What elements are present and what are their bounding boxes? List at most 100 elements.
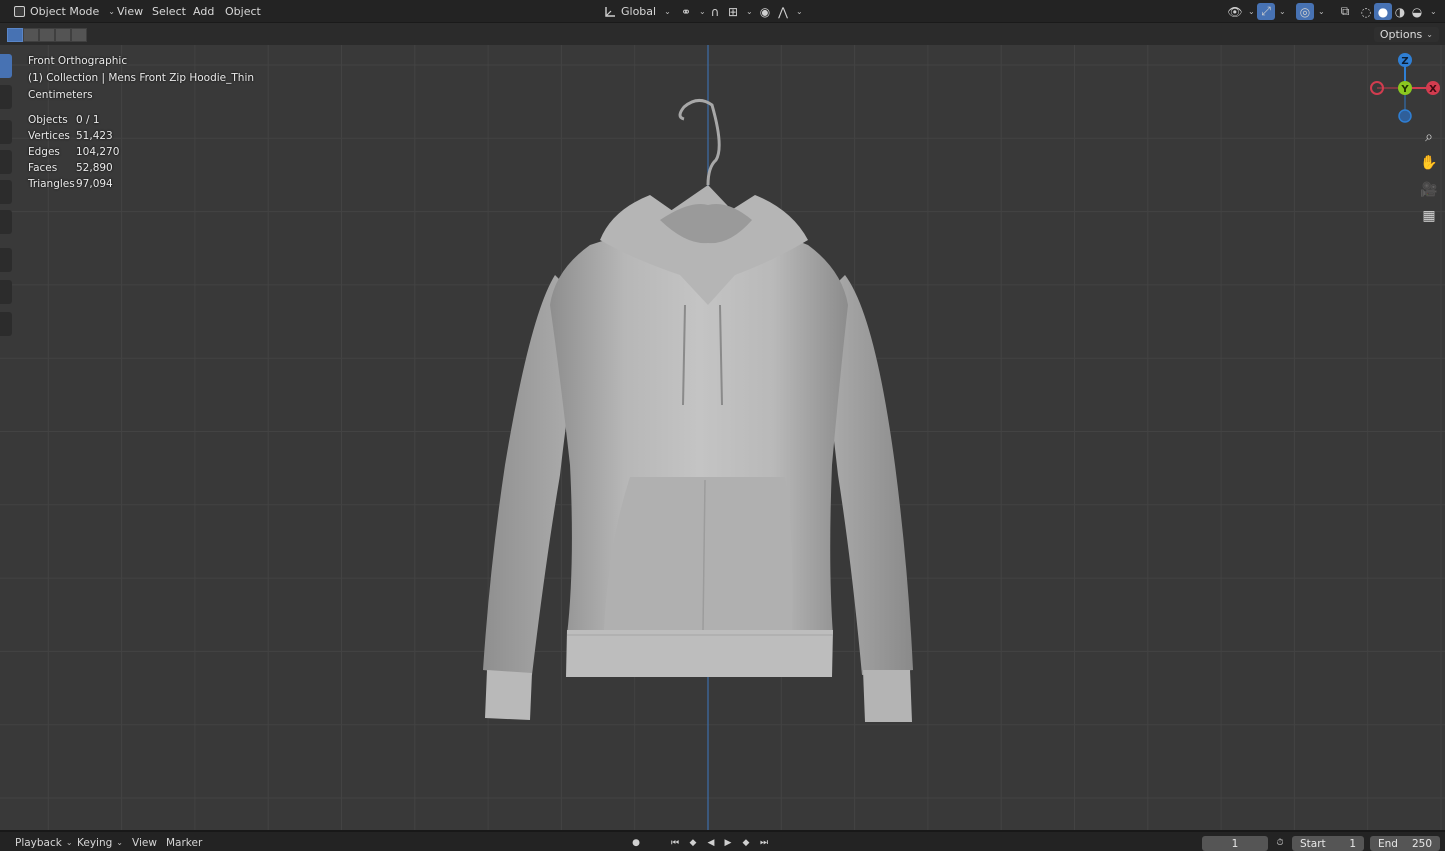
stat-row: Vertices 51,423 <box>28 128 119 144</box>
chevron-down-icon: ⌄ <box>108 7 115 16</box>
stat-value: 52,890 <box>76 162 113 174</box>
visibility-dropdown[interactable]: 👁 ⌄ <box>1226 3 1254 20</box>
stat-value: 0 / 1 <box>76 114 100 126</box>
snap-target-dropdown[interactable]: ⊞ ⌄ <box>724 3 753 20</box>
3d-viewport[interactable] <box>0 45 1445 830</box>
current-frame-field[interactable]: 1 <box>1202 836 1268 851</box>
chevron-down-icon: ⌄ <box>1430 7 1437 16</box>
units-label: Centimeters <box>28 89 93 101</box>
cursor-tool[interactable] <box>0 85 12 109</box>
left-cuff <box>485 670 532 720</box>
end-label: End <box>1378 837 1398 850</box>
stat-value: 97,094 <box>76 178 113 190</box>
transform-axes-icon <box>603 3 617 20</box>
options-label: Options <box>1379 28 1423 41</box>
hoodie-mesh[interactable] <box>483 99 913 722</box>
stat-row: Triangles 97,094 <box>28 176 119 192</box>
next-keyframe-icon[interactable]: ◆ <box>739 836 753 850</box>
xray-icon: ⧉ <box>1340 4 1350 18</box>
viewport-grid <box>0 45 1445 830</box>
timeline-menu-marker[interactable]: Marker <box>166 835 202 850</box>
menu-add[interactable]: Add <box>191 3 216 20</box>
transform-orientation-dropdown[interactable]: Global ⌄ <box>603 3 671 20</box>
eye-icon: 👁 <box>1227 4 1243 19</box>
scale-tool[interactable] <box>0 180 12 204</box>
stopwatch-icon[interactable]: ⏱ <box>1273 836 1287 850</box>
camera-icon[interactable]: 🎥 <box>1418 179 1440 201</box>
gizmo-neg-z-axis <box>1398 109 1412 123</box>
select-extend-icon[interactable] <box>23 28 39 42</box>
select-box-tool[interactable] <box>0 54 12 78</box>
stat-label: Faces <box>28 162 58 174</box>
add-cube-tool[interactable] <box>0 312 12 336</box>
timeline-menu-view[interactable]: View <box>132 835 157 850</box>
play-reverse-icon[interactable]: ◀ <box>704 836 718 850</box>
grid-view-icon[interactable]: ▦ <box>1418 205 1440 227</box>
record-icon[interactable]: ● <box>629 836 643 850</box>
menu-label: Playback <box>15 836 62 849</box>
timeline-menu-playback[interactable]: Playback ⌄ <box>15 835 73 850</box>
prev-keyframe-icon[interactable]: ◆ <box>686 836 700 850</box>
stat-label: Edges <box>28 146 60 158</box>
stat-row: Edges 104,270 <box>28 144 119 160</box>
falloff-curve-icon: ⋀ <box>778 4 788 19</box>
hand-pan-icon[interactable]: ✋ <box>1418 152 1440 174</box>
rendered-sphere-icon: ◒ <box>1411 4 1423 19</box>
menu-view[interactable]: View <box>115 3 145 20</box>
navigation-gizmo[interactable]: Z X Y <box>1365 50 1445 130</box>
stat-label: Objects <box>28 114 68 126</box>
jump-end-icon[interactable]: ⏭ <box>757 836 771 850</box>
menu-select[interactable]: Select <box>150 3 188 20</box>
end-frame-field[interactable]: End 250 <box>1370 836 1440 851</box>
select-set-icon[interactable] <box>7 28 23 42</box>
options-dropdown[interactable]: Options ⌄ <box>1373 27 1439 42</box>
annotate-tool[interactable] <box>0 248 12 272</box>
stat-label: Triangles <box>28 178 75 190</box>
solid-sphere-icon: ● <box>1374 3 1392 20</box>
chevron-down-icon: ⌄ <box>65 838 73 847</box>
chevron-down-icon: ⌄ <box>1318 7 1325 16</box>
overlays-toggle[interactable]: ◎ ⌄ <box>1296 3 1325 20</box>
wireframe-sphere-icon: ◌ <box>1360 4 1372 19</box>
falloff-dropdown[interactable]: ⋀ ⌄ <box>774 3 803 20</box>
shading-wireframe-button[interactable]: ◌ <box>1357 3 1375 20</box>
zoom-icon[interactable]: ⌕ <box>1418 126 1440 148</box>
play-icon[interactable]: ▶ <box>721 836 735 850</box>
jump-start-icon[interactable]: ⏮ <box>668 836 682 850</box>
select-difference-icon[interactable] <box>55 28 71 42</box>
material-sphere-icon: ◑ <box>1394 4 1406 19</box>
snap-toggle[interactable]: ∩ <box>706 3 724 20</box>
menu-object[interactable]: Object <box>223 3 263 20</box>
select-subtract-icon[interactable] <box>39 28 55 42</box>
object-mode-icon <box>14 6 25 17</box>
right-cuff <box>863 670 912 722</box>
shading-solid-button[interactable]: ● <box>1374 3 1392 20</box>
shading-rendered-button[interactable]: ◒ ⌄ <box>1408 3 1437 20</box>
proportional-edit-toggle[interactable]: ◉ <box>756 3 774 20</box>
end-value: 250 <box>1411 837 1432 850</box>
hanger-hook <box>678 99 721 186</box>
start-frame-field[interactable]: Start 1 <box>1292 836 1364 851</box>
timeline-bar: Playback ⌄ Keying ⌄ View Marker ● ⏮ ◆ ◀ ▶ … <box>0 830 1445 851</box>
scene-statistics: Objects 0 / 1 Vertices 51,423 Edges 104,270… <box>28 112 119 192</box>
xray-toggle[interactable]: ⧉ <box>1336 3 1354 20</box>
shading-material-button[interactable]: ◑ <box>1391 3 1409 20</box>
pivot-icon: ⚭ <box>680 4 692 19</box>
move-tool[interactable] <box>0 120 12 144</box>
start-value: 1 <box>1349 837 1356 850</box>
stat-value: 51,423 <box>76 130 113 142</box>
gizmo-toggle[interactable]: ⤢ ⌄ <box>1257 3 1286 20</box>
transform-tool[interactable] <box>0 210 12 234</box>
orientation-label: Global <box>621 5 657 18</box>
timeline-menu-keying[interactable]: Keying ⌄ <box>77 835 123 850</box>
waistband <box>566 630 833 677</box>
mode-label: Object Mode <box>30 5 100 18</box>
gizmo-y-label: Y <box>1400 84 1409 95</box>
select-intersect-icon[interactable] <box>71 28 87 42</box>
stat-value: 104,270 <box>76 146 120 158</box>
viewport-header: Object Mode ⌄ View Select Add Object Glo… <box>0 0 1445 23</box>
pivot-point-dropdown[interactable]: ⚭ ⌄ <box>677 3 706 20</box>
mode-dropdown[interactable]: Object Mode ⌄ <box>10 3 121 20</box>
rotate-tool[interactable] <box>0 150 12 174</box>
measure-tool[interactable] <box>0 280 12 304</box>
